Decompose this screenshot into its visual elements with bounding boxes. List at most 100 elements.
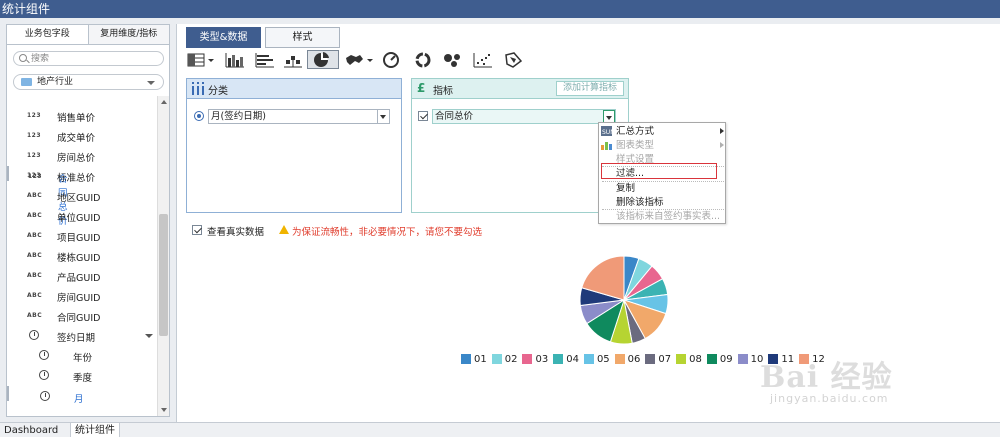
field-type-icon: ABC [27, 312, 43, 319]
field-type-icon: 123 [27, 132, 42, 139]
legend-swatch [583, 354, 594, 364]
date-sub-item[interactable]: 季度 [7, 366, 157, 386]
menu-item-delete-measure[interactable]: 删除该指标 [599, 196, 727, 209]
bar-chart-icon[interactable] [223, 50, 247, 69]
date-sub-item[interactable]: 月 [7, 386, 84, 405]
legend-item[interactable]: 03 [522, 354, 548, 365]
svg-text:SUM: SUM [602, 129, 612, 136]
category-radio[interactable] [194, 111, 204, 121]
grouped-bar-icon[interactable] [281, 50, 305, 69]
warning-icon [279, 225, 289, 234]
pie-chart-icon[interactable] [307, 50, 339, 69]
gauge-chart-icon[interactable] [379, 50, 403, 69]
real-data-label: 查看真实数据 [207, 227, 265, 238]
tab-reuse-dimensions[interactable]: 复用维度/指标 [87, 25, 169, 44]
field-item[interactable]: ABC 房间GUID [7, 286, 157, 306]
legend-item[interactable]: 06 [614, 353, 641, 365]
map-chart-icon[interactable] [343, 50, 377, 69]
category-select[interactable]: 月(签约日期) [208, 109, 390, 124]
legend-label: 03 [535, 353, 549, 365]
legend-label: 07 [658, 353, 672, 365]
list-item-partial [7, 96, 157, 106]
field-type-icon: 123 [27, 172, 42, 179]
tab-style[interactable]: 样式 [265, 27, 340, 48]
date-sub-item[interactable]: 年份 [7, 346, 157, 366]
menu-item-aggregation[interactable]: SUM 汇总方式 [599, 125, 727, 138]
funnel-chart-icon[interactable] [501, 50, 525, 69]
bubble-chart-icon[interactable] [441, 50, 465, 69]
package-select[interactable]: 地产行业 [13, 74, 164, 90]
warning-text: 为保证流畅性，非必要情况下，请您不要勾选 [292, 227, 483, 238]
legend-label: 01 [474, 353, 487, 365]
scatter-chart-icon[interactable] [471, 50, 495, 69]
legend-label: 05 [596, 353, 610, 365]
search-input[interactable]: 搜索 [13, 51, 164, 66]
field-type-icon: ABC [27, 292, 43, 299]
scroll-down-icon[interactable] [161, 408, 167, 412]
legend-swatch [645, 354, 656, 364]
measure-box: £ 指标 添加计算指标 合同总价 [411, 78, 629, 213]
measure-value: 合同总价 [435, 111, 474, 122]
measure-checkbox[interactable] [418, 111, 428, 121]
tab-type-data[interactable]: 类型&数据 [186, 27, 261, 48]
field-item[interactable]: ABC 合同GUID [7, 306, 157, 326]
clock-icon [40, 391, 50, 401]
legend-item[interactable]: 07 [645, 354, 671, 365]
menu-item-chart-type[interactable]: 图表类型 [599, 139, 727, 152]
field-label: 楼栋GUID [57, 253, 101, 264]
scroll-up-icon[interactable] [161, 100, 167, 104]
table-chart-icon[interactable] [187, 50, 221, 69]
field-item-date[interactable]: 签约日期 [7, 326, 157, 346]
field-item[interactable]: 123 标准总价 [7, 166, 157, 186]
legend-swatch [676, 354, 687, 364]
legend-swatch [706, 354, 717, 364]
real-data-checkbox[interactable] [192, 225, 202, 235]
legend-item[interactable]: 04 [553, 354, 579, 365]
horizontal-bar-icon[interactable] [253, 50, 277, 69]
field-item[interactable]: 123 房间总价 [7, 146, 157, 166]
chart-type-icon [601, 142, 612, 150]
legend-item[interactable]: 08 [676, 354, 702, 365]
category-title: 分类 [208, 86, 228, 97]
clock-icon [39, 370, 49, 380]
field-type-icon: 123 [27, 152, 42, 159]
tab-statistic-component[interactable]: 统计组件 [70, 423, 120, 437]
legend-label: 06 [627, 353, 641, 365]
legend-item[interactable]: 09 [706, 354, 733, 365]
field-item[interactable]: ABC 地区GUID [7, 186, 157, 206]
field-item[interactable]: ABC 楼栋GUID [7, 246, 157, 266]
field-item[interactable]: 123 销售单价 [7, 106, 157, 126]
field-label: 标准总价 [57, 173, 96, 184]
field-type-icon: ABC [27, 272, 43, 279]
chevron-down-icon[interactable] [145, 334, 153, 338]
search-placeholder: 搜索 [31, 54, 50, 64]
donut-chart-icon[interactable] [411, 50, 435, 69]
field-item[interactable]: ABC 产品GUID [7, 266, 157, 286]
field-label: 单位GUID [57, 213, 101, 224]
add-calculated-measure-button[interactable]: 添加计算指标 [555, 81, 624, 96]
field-item[interactable]: 123 成交单价 [7, 126, 157, 146]
field-type-icon: ABC [27, 252, 43, 259]
field-label: 房间总价 [57, 153, 96, 164]
chart-type-toolbar [185, 49, 585, 71]
measure-title: 指标 [433, 86, 453, 97]
field-type-icon: ABC [27, 212, 43, 219]
measure-select[interactable]: 合同总价 [432, 109, 616, 124]
menu-item-copy[interactable]: 复制 [599, 182, 727, 195]
scroll-thumb[interactable] [159, 214, 168, 336]
pound-icon: £ [417, 81, 426, 95]
field-list-scrollbar[interactable] [157, 96, 169, 416]
tab-dashboard[interactable]: Dashboard [0, 423, 62, 437]
legend-item[interactable]: 01 [461, 354, 487, 365]
field-item[interactable]: ABC 项目GUID [7, 226, 157, 246]
field-label: 合同GUID [57, 313, 101, 324]
legend-item[interactable]: 02 [491, 354, 517, 365]
field-panel-tabs: 业务包字段 复用维度/指标 [7, 25, 169, 45]
legend-item[interactable]: 05 [583, 353, 610, 365]
clock-icon [39, 350, 49, 360]
legend-label: 04 [566, 353, 579, 365]
chevron-down-icon[interactable] [377, 110, 389, 123]
field-item[interactable]: ABC 单位GUID [7, 206, 157, 226]
tab-business-fields[interactable]: 业务包字段 [7, 25, 88, 44]
category-value: 月(签约日期) [211, 111, 266, 122]
